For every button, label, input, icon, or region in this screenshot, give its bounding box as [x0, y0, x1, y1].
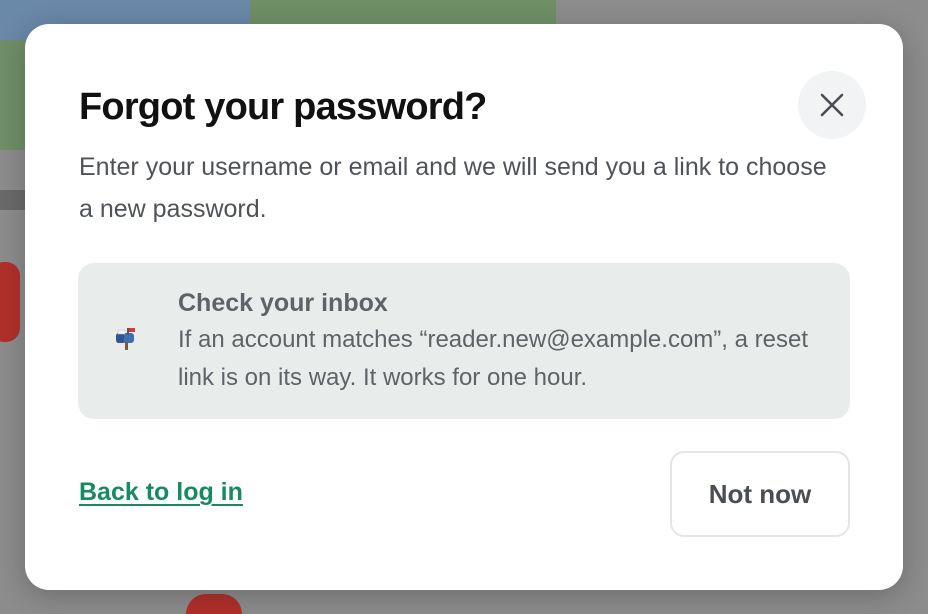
forgot-password-dialog: Forgot your password? Enter your usernam…	[25, 24, 903, 590]
close-button[interactable]	[798, 71, 866, 139]
dialog-description: Enter your username or email and we will…	[79, 153, 827, 223]
background-red-button	[186, 594, 242, 614]
close-icon	[820, 93, 844, 117]
not-now-button[interactable]: Not now	[670, 451, 850, 537]
notice-title: Check your inbox	[178, 289, 388, 317]
dialog-title: Forgot your password?	[79, 86, 487, 128]
background-red-marker	[0, 262, 20, 342]
check-inbox-notice: Check your inbox If an account matches “…	[78, 263, 850, 419]
notice-message: If an account matches “reader.new@exampl…	[178, 326, 808, 391]
mailbox-icon	[112, 325, 140, 353]
back-to-login-link[interactable]: Back to log in	[79, 475, 243, 509]
